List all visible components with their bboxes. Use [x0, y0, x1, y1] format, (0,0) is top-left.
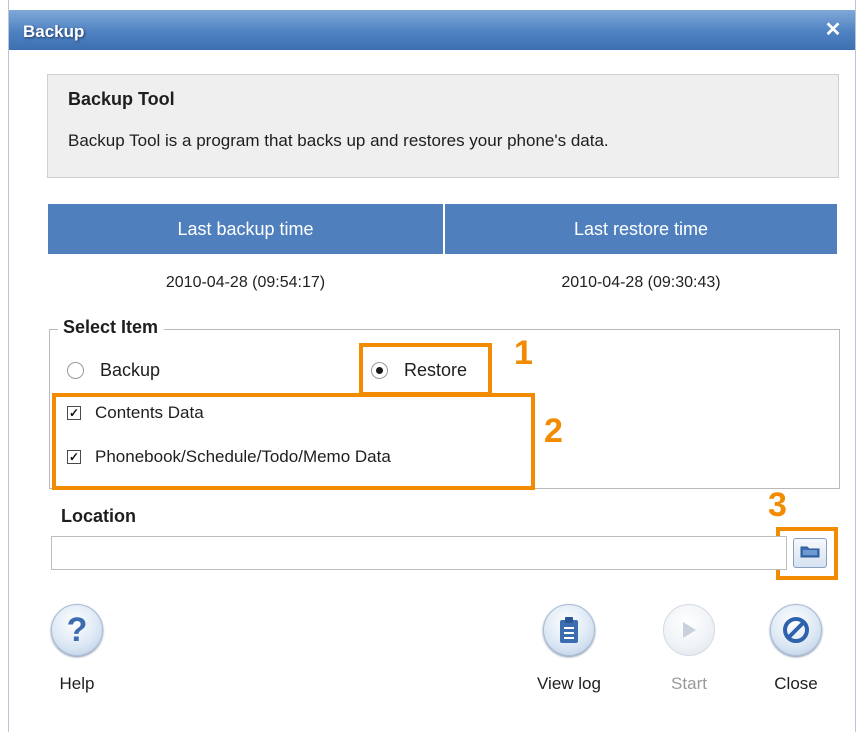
info-title: Backup Tool [68, 89, 175, 109]
last-restore-time-header: Last restore time [445, 204, 837, 254]
annotation-number-1: 1 [514, 334, 533, 372]
last-restore-time-value: 2010-04-28 (09:30:43) [561, 274, 721, 291]
last-backup-time-header: Last backup time [48, 204, 443, 254]
browse-folder-button[interactable] [793, 538, 827, 568]
close-label: Close [774, 674, 818, 693]
window-title: Backup [23, 22, 85, 41]
view-log-button[interactable]: View log [523, 604, 615, 694]
title-bar: Backup ✕ [9, 10, 855, 50]
radio-unchecked-icon[interactable] [67, 361, 84, 379]
backup-radio-label: Backup [100, 359, 161, 380]
annotation-box-2 [52, 393, 535, 490]
view-log-label: View log [537, 674, 601, 693]
select-item-legend: Select Item [58, 317, 165, 338]
backup-dialog: Backup ✕ Backup Tool Backup Tool is a pr… [8, 0, 856, 732]
help-label: Help [59, 674, 95, 693]
play-icon[interactable] [663, 604, 715, 656]
close-button[interactable]: Close [760, 604, 832, 694]
close-icon[interactable]: ✕ [821, 19, 845, 41]
folder-icon [800, 544, 820, 563]
annotation-box-1 [359, 343, 492, 396]
annotation-number-2: 2 [544, 412, 563, 450]
backup-radio[interactable]: Backup [67, 357, 160, 383]
last-backup-time-value: 2010-04-28 (09:54:17) [165, 274, 326, 291]
annotation-number-3: 3 [768, 486, 787, 524]
info-panel: Backup Tool Backup Tool is a program tha… [47, 74, 839, 178]
info-description: Backup Tool is a program that backs up a… [68, 131, 609, 150]
prohibited-circle-icon[interactable] [770, 604, 822, 656]
start-button[interactable]: Start [649, 604, 729, 694]
start-label: Start [671, 674, 707, 693]
question-mark-icon[interactable]: ? [51, 604, 103, 656]
location-input[interactable] [51, 536, 787, 570]
clipboard-icon[interactable] [543, 604, 595, 656]
help-button[interactable]: ? Help [43, 604, 111, 694]
location-label: Location [61, 506, 136, 526]
